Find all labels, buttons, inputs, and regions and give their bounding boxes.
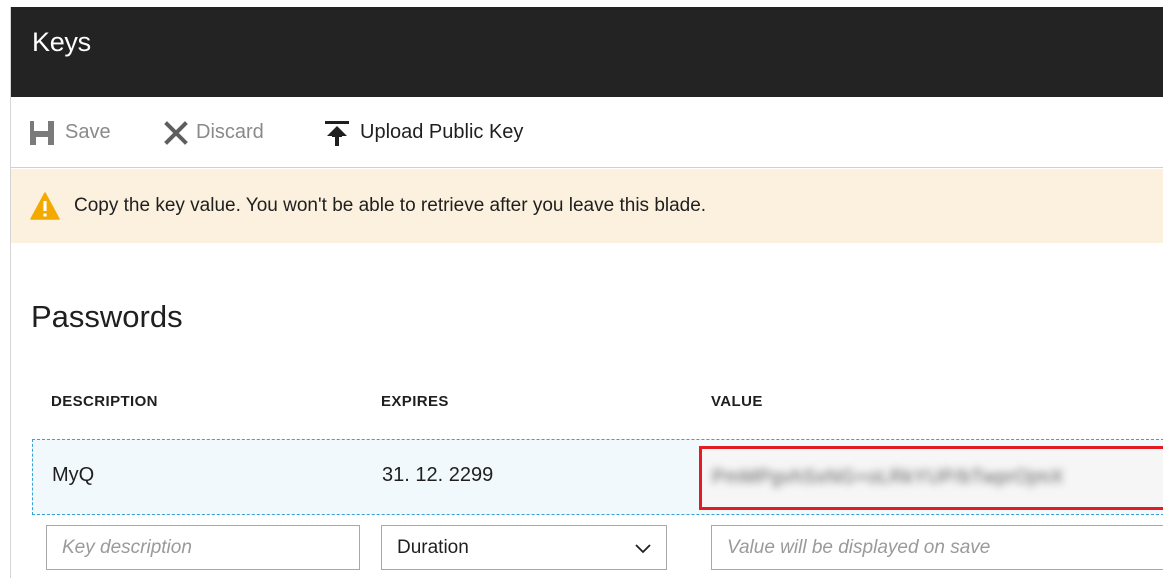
key-value-field[interactable]: PmMPgvhSxNG+oLRkYUP/bTwprOjmX [699, 446, 1163, 510]
close-icon [164, 120, 188, 145]
key-value-text: PmMPgvhSxNG+oLRkYUP/bTwprOjmX [712, 467, 1064, 488]
page-title: Keys [32, 27, 91, 57]
keys-blade: Keys Save Discard Upload Public Key Copy… [10, 7, 1163, 578]
passwords-heading: Passwords [31, 299, 183, 334]
warning-text: Copy the key value. You won't be able to… [74, 195, 707, 216]
discard-button[interactable]: Discard [164, 97, 264, 168]
discard-label: Discard [196, 121, 264, 143]
blade-header: Keys [11, 7, 1163, 97]
upload-label: Upload Public Key [360, 121, 524, 143]
value-input[interactable]: Value will be displayed on save [711, 525, 1163, 570]
upload-icon [322, 118, 352, 148]
column-header-value: VALUE [711, 393, 763, 410]
command-bar: Save Discard Upload Public Key [11, 97, 1163, 168]
duration-value: Duration [397, 536, 469, 558]
table-row[interactable]: MyQ 31. 12. 2299 PmMPgvhSxNG+oLRkYUP/bTw… [32, 439, 1163, 515]
value-placeholder: Value will be displayed on save [727, 536, 991, 558]
key-description-placeholder: Key description [62, 536, 192, 558]
duration-select[interactable]: Duration [381, 525, 667, 570]
chevron-down-icon [634, 539, 652, 563]
row-description: MyQ [52, 464, 95, 486]
column-header-expires: EXPIRES [381, 393, 449, 410]
column-header-description: DESCRIPTION [51, 393, 158, 410]
upload-public-key-button[interactable]: Upload Public Key [322, 97, 523, 168]
save-label: Save [65, 121, 111, 143]
save-icon [29, 119, 57, 147]
key-description-input[interactable]: Key description [46, 525, 360, 570]
save-button[interactable]: Save [29, 97, 111, 168]
warning-banner: Copy the key value. You won't be able to… [11, 169, 1163, 243]
warning-icon [30, 192, 60, 220]
row-expires: 31. 12. 2299 [382, 464, 494, 486]
